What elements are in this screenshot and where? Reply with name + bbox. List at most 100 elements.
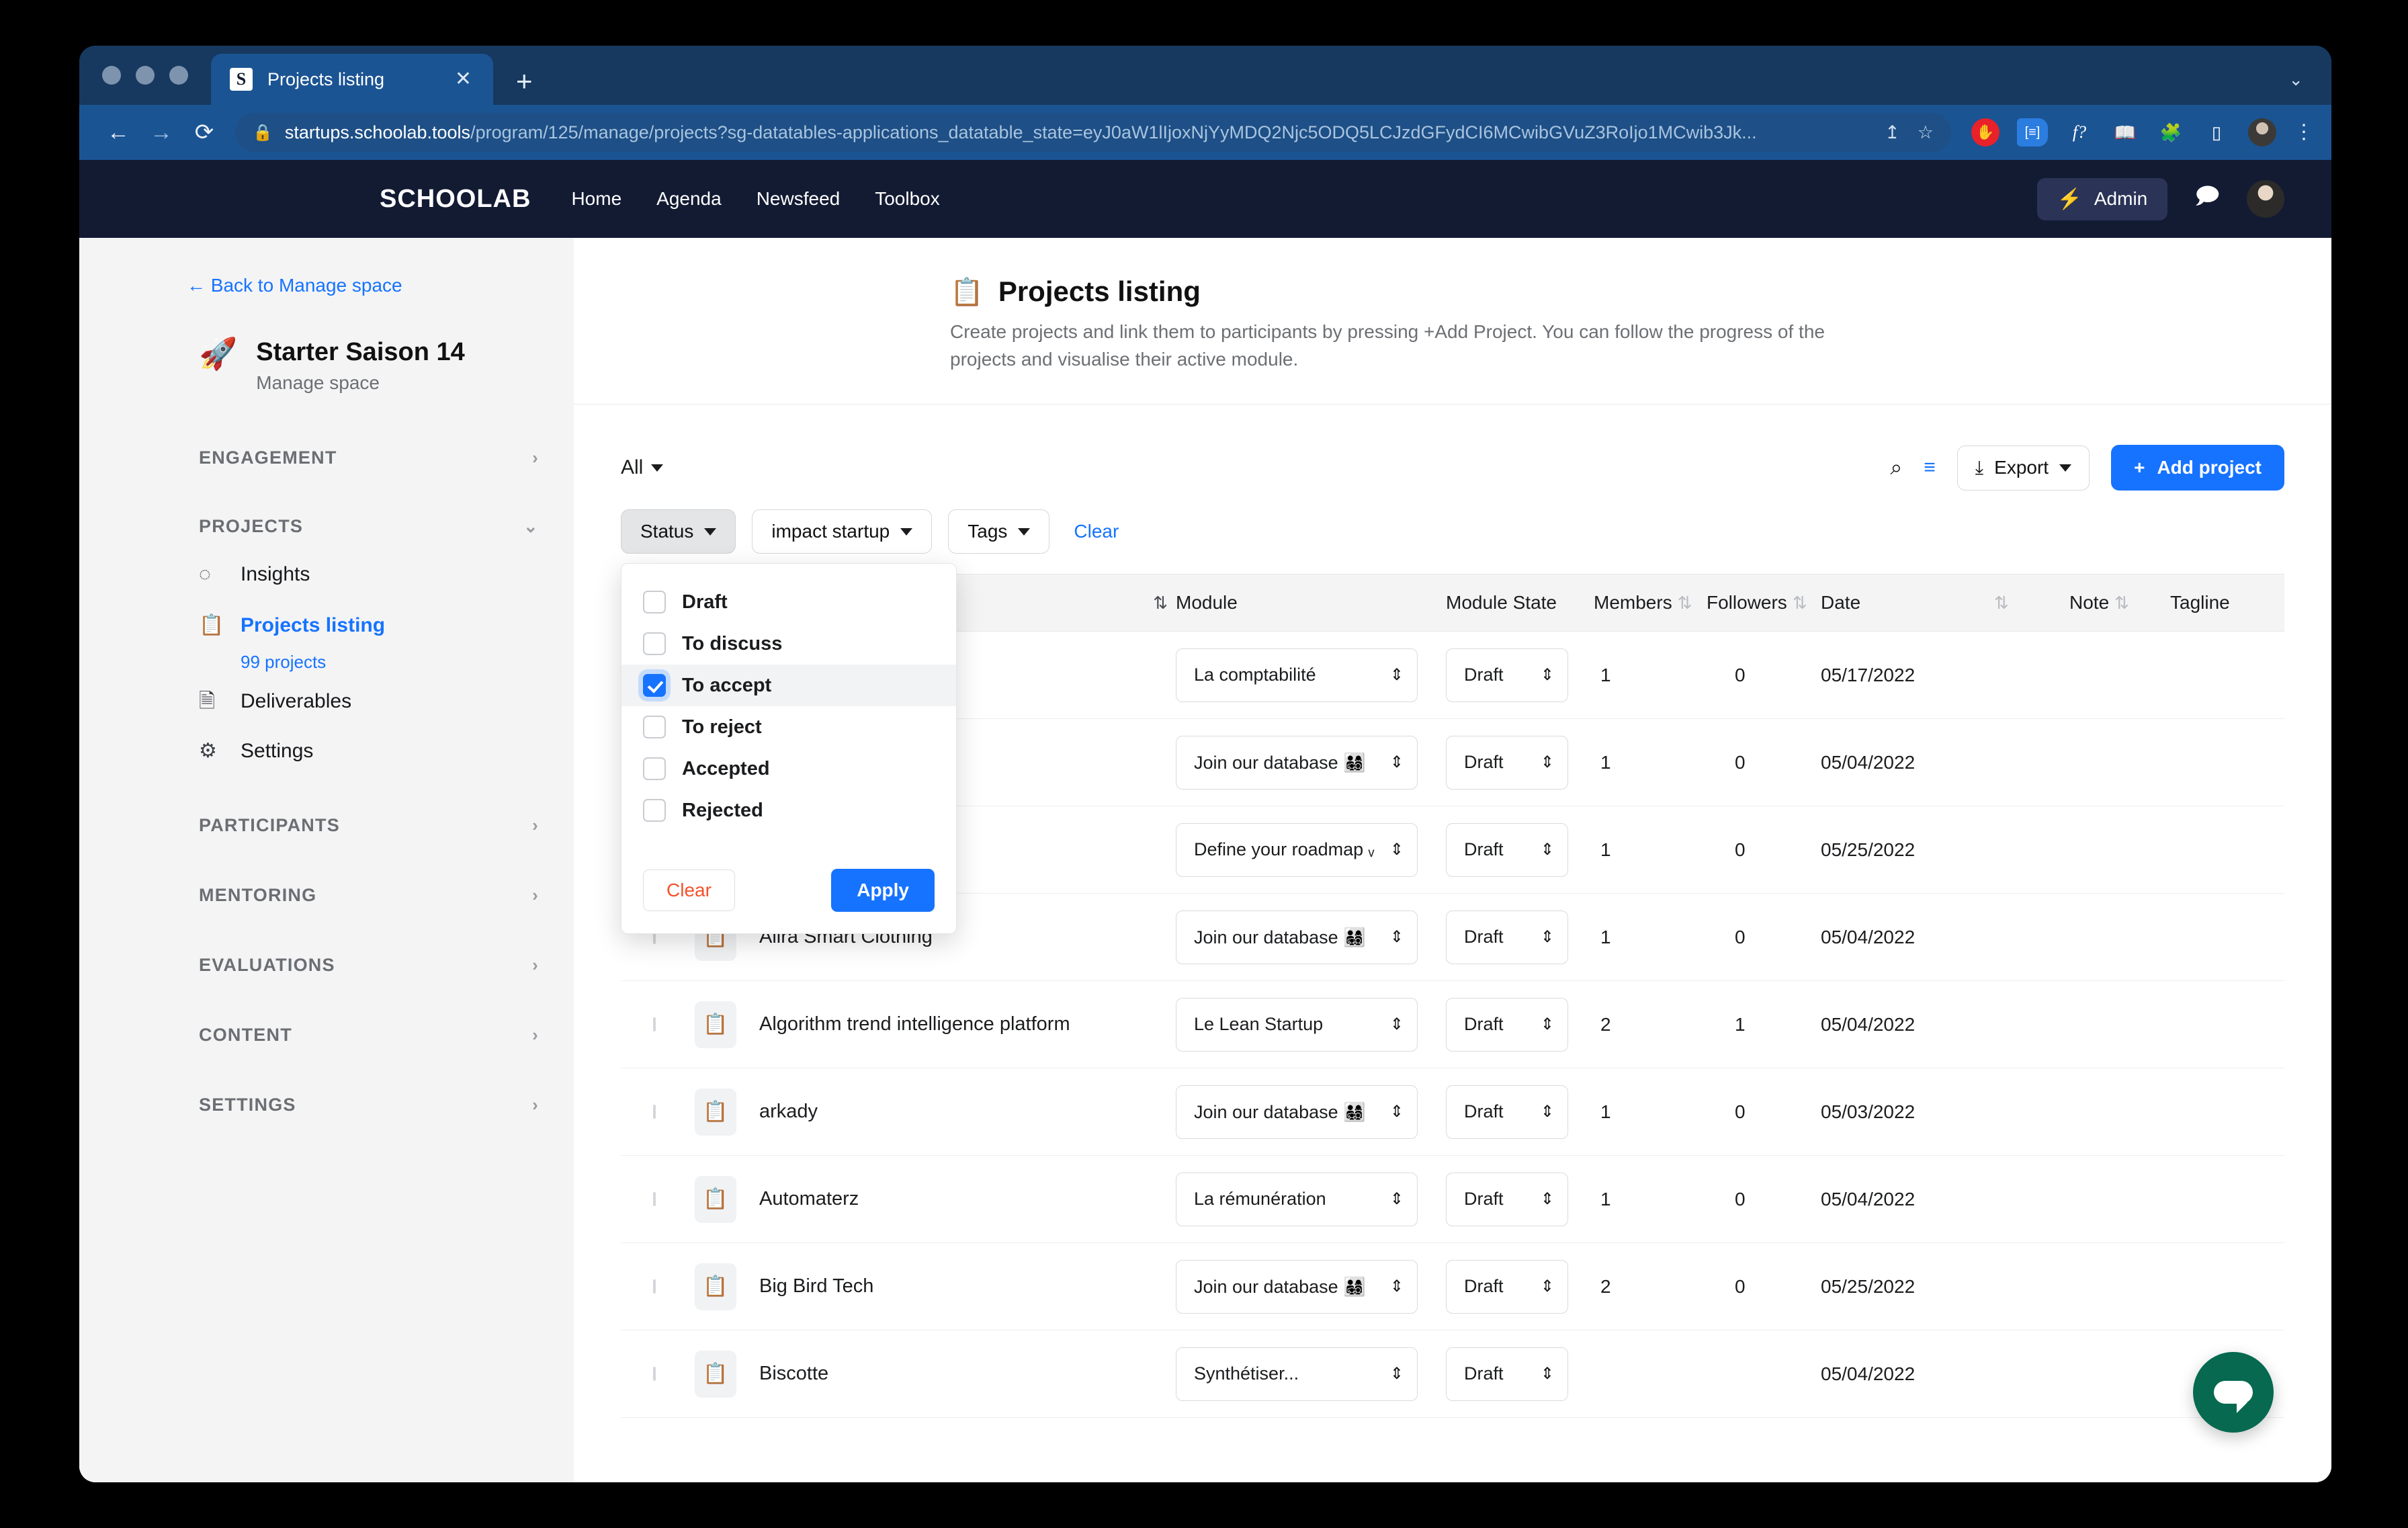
- status-option-accepted[interactable]: Accepted: [621, 748, 956, 790]
- view-select-all[interactable]: All: [621, 456, 664, 479]
- status-option-to-accept[interactable]: To accept: [621, 665, 956, 707]
- share-icon[interactable]: ↥: [1885, 122, 1900, 143]
- col-note[interactable]: Note: [2069, 592, 2109, 613]
- sidebar-section-engagement[interactable]: ENGAGEMENT ›: [79, 442, 574, 473]
- table-row[interactable]: 📋 Automaterz La rémunération ⇕ Draft ⇕ 1 0…: [621, 1156, 2284, 1244]
- checkbox[interactable]: [643, 591, 666, 614]
- close-window-button[interactable]: [102, 66, 121, 85]
- messages-icon[interactable]: 🗩: [2194, 180, 2220, 218]
- nav-link-home[interactable]: Home: [571, 188, 621, 210]
- module-state-select[interactable]: Draft ⇕: [1446, 910, 1568, 964]
- col-module-state[interactable]: Module State: [1431, 592, 1565, 613]
- chevron-down-icon[interactable]: ⌄: [2288, 69, 2303, 90]
- reload-button[interactable]: ⟳: [183, 121, 226, 144]
- module-select[interactable]: Join our database 👨‍👩‍👧‍👦 ⇕: [1176, 1259, 1418, 1314]
- sort-members-icon[interactable]: ⇅: [1678, 593, 1692, 613]
- module-select[interactable]: Join our database 👨‍👩‍👧‍👦 ⇕: [1176, 1085, 1418, 1139]
- status-option-rejected[interactable]: Rejected: [621, 790, 956, 831]
- sidebar-section-content[interactable]: CONTENT ›: [79, 1019, 574, 1050]
- checkbox[interactable]: [643, 716, 666, 739]
- sidebar-item-settings[interactable]: ⚙ Settings: [79, 740, 574, 771]
- tag-extension-icon[interactable]: [≡]: [2017, 118, 2048, 146]
- new-tab-button[interactable]: +: [493, 67, 556, 105]
- table-row[interactable]: 📋 Biscotte Synthétiser... ⇕ Draft ⇕ 05/04/…: [621, 1330, 2284, 1418]
- module-state-select[interactable]: Draft ⇕: [1446, 997, 1568, 1052]
- col-followers[interactable]: Followers: [1707, 592, 1787, 613]
- impact-startup-filter-button[interactable]: impact startup: [752, 509, 933, 554]
- sort-followers-icon[interactable]: ⇅: [1793, 593, 1807, 613]
- module-select[interactable]: Define your roadmap ᵥ ⇕: [1176, 822, 1418, 877]
- user-avatar[interactable]: [2247, 180, 2284, 218]
- status-option-to-discuss[interactable]: To discuss: [621, 623, 956, 665]
- col-date[interactable]: Date: [1821, 592, 1989, 613]
- module-state-select[interactable]: Draft ⇕: [1446, 1259, 1568, 1314]
- sidebar-item-insights[interactable]: ◌ Insights: [79, 563, 574, 594]
- module-select[interactable]: Join our database 👨‍👩‍👧‍👦 ⇕: [1176, 910, 1418, 964]
- sidebar-section-evaluations[interactable]: EVALUATIONS ›: [79, 949, 574, 980]
- col-module[interactable]: Module: [1176, 592, 1431, 613]
- checkbox[interactable]: [643, 757, 666, 781]
- col-tagline[interactable]: Tagline: [2170, 592, 2284, 613]
- bookmark-star-icon[interactable]: ☆: [1918, 122, 1934, 143]
- close-tab-icon[interactable]: ✕: [449, 69, 477, 89]
- admin-button[interactable]: ⚡ Admin: [2036, 177, 2168, 220]
- status-option-to-reject[interactable]: To reject: [621, 706, 956, 748]
- row-checkbox[interactable]: [653, 1366, 656, 1381]
- export-button[interactable]: ⤓ Export: [1956, 445, 2090, 491]
- module-select[interactable]: Join our database 👨‍👩‍👧‍👦 ⇕: [1176, 735, 1418, 790]
- module-select[interactable]: Synthétiser... ⇕: [1176, 1347, 1418, 1401]
- add-project-button[interactable]: + Add project: [2111, 445, 2284, 491]
- nav-link-toolbox[interactable]: Toolbox: [875, 188, 940, 210]
- adblock-icon[interactable]: ✋: [1971, 118, 2000, 146]
- forward-button[interactable]: →: [140, 121, 183, 144]
- sidebar-section-settings[interactable]: SETTINGS ›: [79, 1089, 574, 1120]
- maximize-window-button[interactable]: [169, 66, 188, 85]
- browser-profile-avatar[interactable]: [2248, 118, 2276, 146]
- nav-link-newsfeed[interactable]: Newsfeed: [757, 188, 841, 210]
- puzzle-extension-icon[interactable]: 🧩: [2157, 118, 2185, 146]
- sort-name-icon[interactable]: ⇅: [1153, 593, 1168, 613]
- table-row[interactable]: 📋 Algorithm trend intelligence platform …: [621, 981, 2284, 1069]
- address-bar[interactable]: 🔒 startups.schoolab.tools /program/125/m…: [235, 113, 1951, 152]
- dropdown-apply-button[interactable]: Apply: [831, 869, 935, 912]
- status-filter-button[interactable]: Status: [621, 509, 736, 554]
- table-row[interactable]: 📋 Big Bird Tech Join our database 👨‍👩‍👧‍…: [621, 1243, 2284, 1331]
- book-extension-icon[interactable]: 📖: [2111, 118, 2139, 146]
- browser-tab[interactable]: S Projects listing ✕: [211, 54, 493, 105]
- sidebar-item-projects-listing[interactable]: 📋 Projects listing: [79, 614, 574, 645]
- checkbox-checked[interactable]: [643, 674, 666, 697]
- back-button[interactable]: ←: [97, 121, 140, 144]
- font-extension-icon[interactable]: f?: [2065, 118, 2094, 146]
- sidebar-item-deliverables[interactable]: 🗎 Deliverables: [79, 690, 574, 721]
- module-select[interactable]: Le Lean Startup ⇕: [1176, 997, 1418, 1052]
- search-icon[interactable]: ⌕: [1890, 455, 1902, 480]
- chat-support-button[interactable]: [2193, 1352, 2274, 1433]
- module-state-select[interactable]: Draft ⇕: [1446, 1347, 1568, 1401]
- minimize-window-button[interactable]: [136, 66, 155, 85]
- nav-link-agenda[interactable]: Agenda: [656, 188, 722, 210]
- module-state-select[interactable]: Draft ⇕: [1446, 822, 1568, 877]
- col-members[interactable]: Members: [1594, 592, 1672, 613]
- sidebar-section-participants[interactable]: PARTICIPANTS ›: [79, 810, 574, 841]
- checkbox[interactable]: [643, 799, 666, 822]
- status-option-draft[interactable]: Draft: [621, 581, 956, 623]
- tags-filter-button[interactable]: Tags: [948, 509, 1050, 554]
- module-state-select[interactable]: Draft ⇕: [1446, 735, 1568, 790]
- sidebar-section-mentoring[interactable]: MENTORING ›: [79, 880, 574, 910]
- schoolab-logo[interactable]: SCHOOLAB: [380, 185, 531, 214]
- side-panel-icon[interactable]: ▯: [2202, 118, 2231, 146]
- module-state-select[interactable]: Draft ⇕: [1446, 1085, 1568, 1139]
- clear-filters-link[interactable]: Clear: [1066, 521, 1119, 542]
- table-row[interactable]: 📋 arkady Join our database 👨‍👩‍👧‍👦 ⇕ Draf…: [621, 1068, 2284, 1156]
- sort-note-icon[interactable]: ⇅: [2114, 593, 2129, 613]
- module-state-select[interactable]: Draft ⇕: [1446, 648, 1568, 702]
- browser-menu-icon[interactable]: ⋮: [2294, 122, 2314, 142]
- row-checkbox[interactable]: [653, 1191, 656, 1206]
- row-checkbox[interactable]: [653, 1104, 656, 1119]
- back-to-manage-space-link[interactable]: ← Back to Manage space: [79, 275, 574, 296]
- module-select[interactable]: La comptabilité ⇕: [1176, 648, 1418, 702]
- sort-date-icon[interactable]: ⇅: [1994, 593, 2009, 613]
- row-checkbox[interactable]: [653, 1017, 656, 1031]
- module-state-select[interactable]: Draft ⇕: [1446, 1172, 1568, 1226]
- dropdown-clear-button[interactable]: Clear: [643, 869, 735, 912]
